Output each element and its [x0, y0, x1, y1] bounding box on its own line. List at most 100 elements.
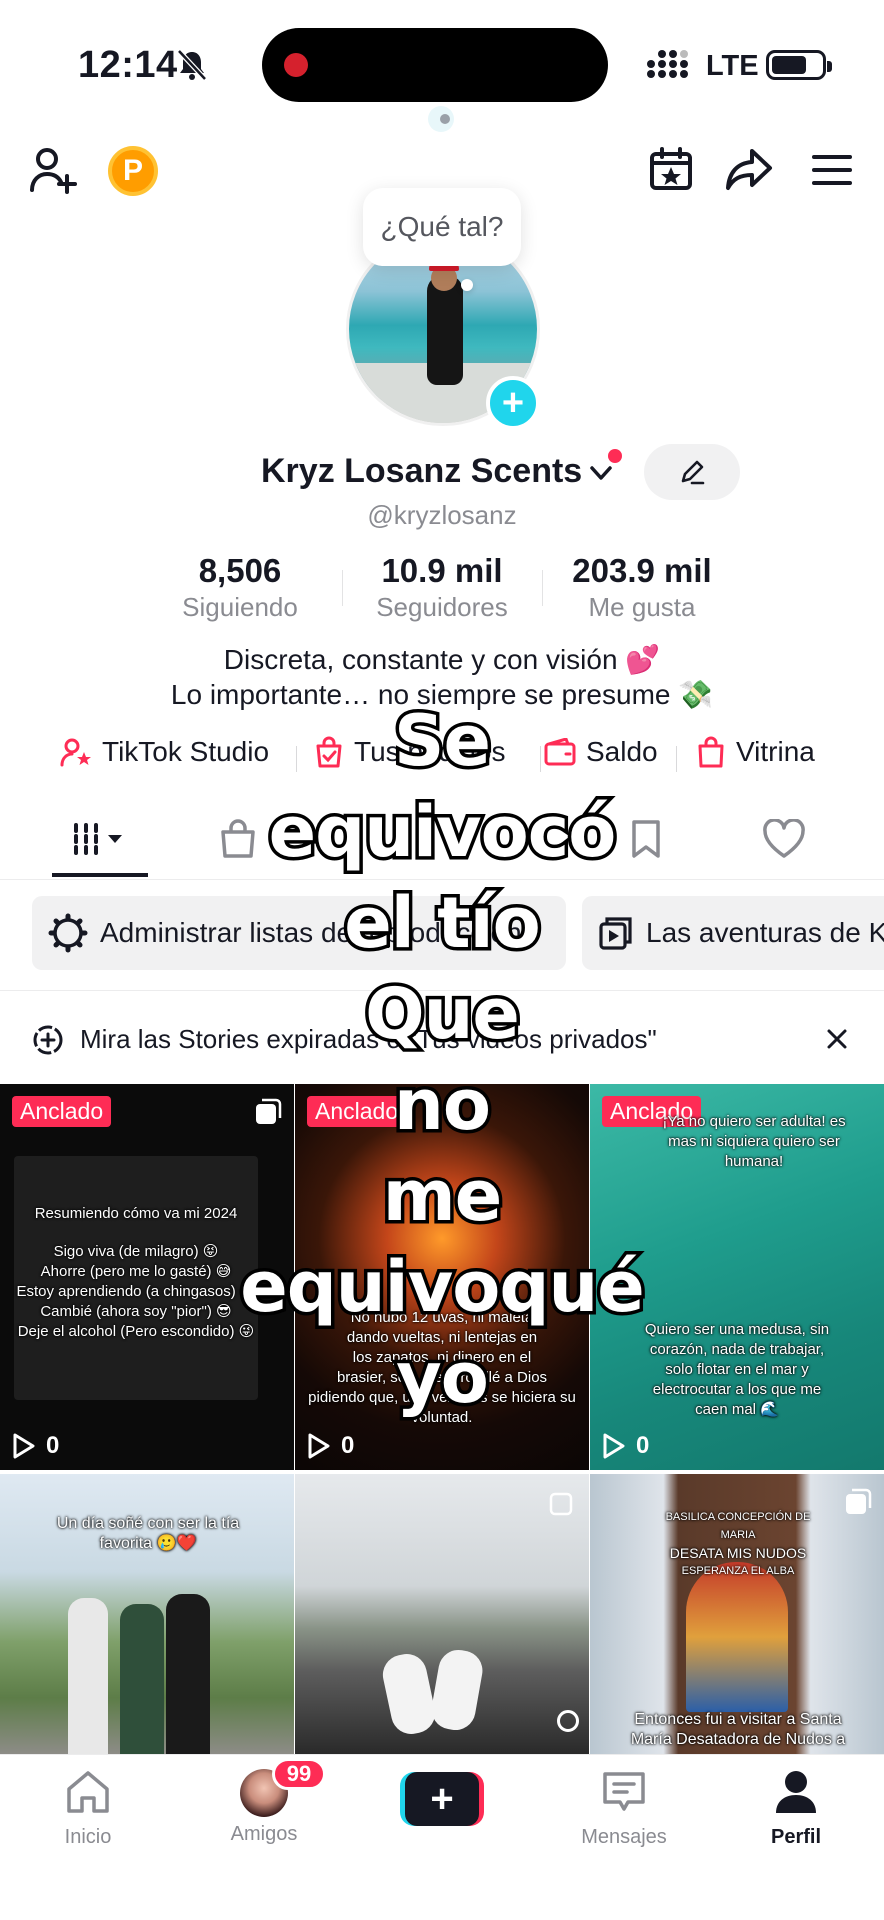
thumbnail-text: dando vueltas, ni lentejas en: [346, 1329, 538, 1346]
chevron-down-icon[interactable]: [588, 460, 614, 486]
bag-check-icon: [316, 736, 342, 768]
play-outline-icon: [13, 1433, 35, 1459]
message-icon: [603, 1772, 645, 1811]
nav-messages[interactable]: Mensajes: [564, 1769, 684, 1849]
bookmark-icon: [632, 820, 660, 858]
view-count: 0: [307, 1432, 354, 1460]
play-outline-icon: [308, 1433, 330, 1459]
profile-name-row: Kryz Losanz Scents: [0, 448, 884, 498]
thumbnail-text: Resumiendo cómo va mi 2024: [34, 1205, 238, 1222]
menu-button[interactable]: [804, 144, 860, 196]
link-label: TikTok Studio: [102, 736, 270, 767]
tab-saved[interactable]: [608, 800, 684, 878]
shopping-bag-icon: [698, 736, 724, 768]
battery-icon: [766, 50, 832, 80]
tab-shop[interactable]: [200, 800, 276, 878]
thumbnail-text: Entonces fui a visitar a Santa: [634, 1711, 842, 1728]
thumbnail-text: Deje el alcohol (Pero escondido) 😜: [17, 1323, 255, 1340]
video-thumbnail[interactable]: Anclado Resumiendo cómo va mi 2024 Sigo …: [0, 1084, 294, 1470]
tiktok-studio-link[interactable]: TikTok Studio: [60, 736, 269, 768]
video-thumbnail[interactable]: Anclado ¡Ya no quiero ser adulta! es mas…: [590, 1084, 884, 1470]
orders-link[interactable]: Tus pedidos: [314, 736, 506, 768]
edit-profile-button[interactable]: [644, 444, 740, 500]
pinned-badge: Anclado: [307, 1096, 407, 1127]
stat-label: Me gusta: [588, 592, 696, 622]
playlist-chips: Administrar listas de reproducción Las a…: [0, 896, 884, 972]
tab-active-indicator: [52, 873, 148, 877]
link-label: Tus pedidos: [354, 736, 506, 767]
nav-label: Mensajes: [581, 1826, 667, 1848]
coin-icon[interactable]: P: [108, 146, 158, 196]
view-count-value: 0: [636, 1432, 650, 1459]
create-button[interactable]: +: [400, 1772, 484, 1826]
view-count: 0: [602, 1432, 649, 1460]
manage-playlists-chip[interactable]: Administrar listas de reproducción: [32, 896, 566, 970]
content-tabs: [0, 800, 884, 880]
view-count: 0: [12, 1432, 59, 1460]
add-story-plus-icon[interactable]: +: [486, 376, 540, 430]
thumbnail-text: Sigo viva (de milagro) 😝: [53, 1243, 219, 1260]
calendar-button[interactable]: [644, 142, 698, 196]
close-icon[interactable]: [826, 1028, 848, 1050]
wallet-icon: [544, 738, 576, 766]
sign-text: DESATA MIS NUDOS: [669, 1545, 807, 1561]
thumbnail-text: caen mal 🌊: [695, 1401, 779, 1418]
sign-text: ESPERANZA EL ALBA: [681, 1565, 795, 1577]
thumbnail-text: brasier, solo me arrodillé a Dios: [336, 1369, 548, 1386]
network-type: LTE: [706, 50, 759, 82]
view-count-value: 0: [341, 1432, 355, 1459]
notification-dot: [608, 449, 622, 463]
friends-badge: 99: [272, 1758, 326, 1790]
photo-stack-icon: [549, 1492, 573, 1516]
hamburger-menu-icon: [812, 155, 852, 185]
thumbnail-text: pidiendo que, una vez más se hiciera su: [308, 1389, 576, 1406]
playlist-chip[interactable]: Las aventuras de Kryz: [582, 896, 884, 970]
note-bubble[interactable]: ¿Qué tal?: [363, 188, 521, 266]
thumbnail-text: corazón, nada de trabajar,: [649, 1341, 825, 1358]
chip-label: Las aventuras de Kryz: [646, 917, 884, 948]
balance-link[interactable]: Saldo: [544, 736, 658, 768]
showcase-link[interactable]: Vitrina: [696, 736, 815, 768]
link-label: Vitrina: [736, 736, 815, 767]
stat-likes[interactable]: 203.9 mil Me gusta: [556, 552, 728, 623]
thumbnail-text: los zapatos, ni dinero en el: [352, 1349, 532, 1366]
playlist-icon: [599, 917, 632, 950]
calendar-star-icon: [650, 147, 692, 190]
home-icon: [67, 1771, 109, 1813]
video-thumbnail[interactable]: BASILICA CONCEPCIÓN DE MARIA DESATA MIS …: [590, 1474, 884, 1754]
gear-icon: [48, 913, 88, 953]
stories-banner[interactable]: Mira las Stories expiradas o "Tus videos…: [0, 1010, 884, 1070]
profile-bio: Discreta, constante y con visión 💕 Lo im…: [0, 642, 884, 712]
person-icon: [776, 1771, 816, 1813]
nav-home[interactable]: Inicio: [28, 1769, 148, 1849]
stat-following[interactable]: 8,506 Siguiendo: [160, 552, 320, 623]
thumbnail-text: No hubo 12 uvas, ni maleta: [350, 1309, 534, 1326]
thumbnail-text: Estoy aprendiendo (a chingasos) 😱: [16, 1283, 256, 1300]
video-thumbnail[interactable]: [295, 1474, 589, 1754]
thumbnail-text: Un día soñé con ser la tía: [56, 1515, 240, 1532]
heart-icon: [763, 819, 805, 858]
add-friend-button[interactable]: [26, 142, 82, 198]
bio-line: Discreta, constante y con visión 💕: [223, 644, 661, 675]
video-thumbnail[interactable]: Un día soñé con ser la tía favorita 🥲❤️: [0, 1474, 294, 1754]
stat-followers[interactable]: 10.9 mil Seguidores: [362, 552, 522, 623]
share-arrow-icon: [726, 149, 772, 190]
thumbnail-text: María Desatadora de Nudos a: [630, 1731, 846, 1748]
thumbnail-text: humana!: [724, 1153, 784, 1170]
nav-profile[interactable]: Perfil: [736, 1769, 856, 1849]
share-profile-button[interactable]: [722, 142, 776, 196]
stat-value: 8,506: [198, 552, 282, 589]
video-thumbnail[interactable]: Anclado No hubo 12 uvas, ni maleta dando…: [295, 1084, 589, 1470]
view-count-value: 0: [46, 1432, 60, 1459]
recording-indicator: [284, 53, 308, 77]
photo-stack-icon: [846, 1488, 872, 1514]
shopping-bag-icon: [221, 819, 255, 858]
bell-muted-icon: [177, 49, 207, 81]
tab-videos[interactable]: [52, 800, 148, 878]
thumbnail-text: Ahorre (pero me lo gasté) 😅: [40, 1263, 232, 1280]
stat-value: 10.9 mil: [381, 552, 503, 589]
dynamic-island: [262, 28, 608, 102]
tab-liked[interactable]: [744, 800, 824, 878]
profile-name[interactable]: Kryz Losanz Scents: [261, 452, 582, 491]
nav-label: Perfil: [770, 1826, 822, 1848]
